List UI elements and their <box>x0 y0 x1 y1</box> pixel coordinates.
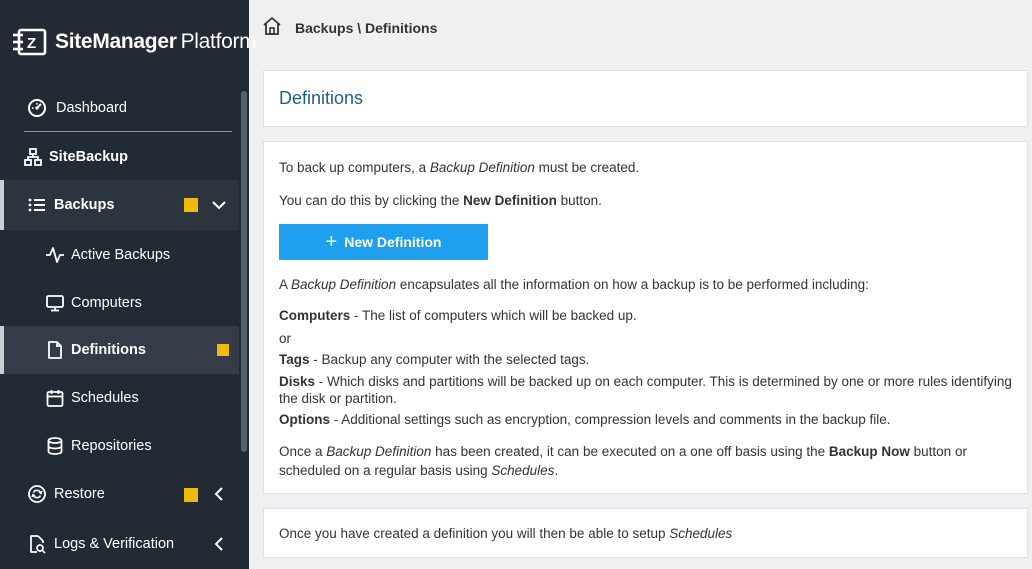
content-panel: To back up computers, a Backup Definitio… <box>263 141 1028 494</box>
sidebar-item-label: Logs & Verification <box>54 536 175 552</box>
sidebar-item-label: Active Backups <box>71 247 171 263</box>
plus-icon: + <box>325 231 338 253</box>
sidebar-item-active-backups[interactable]: Active Backups <box>44 243 234 267</box>
title-panel: Definitions <box>263 70 1028 127</box>
sidebar-item-restore[interactable]: Restore <box>26 482 176 506</box>
intro-line-2: You can do this by clicking the New Defi… <box>279 193 602 208</box>
sidebar-item-label: Dashboard <box>56 100 127 116</box>
sidebar-scrollbar[interactable] <box>241 91 247 452</box>
activity-icon <box>44 244 66 266</box>
app-logo[interactable]: Z SiteManager Platform <box>13 26 257 58</box>
intro-line-1: To back up computers, a Backup Definitio… <box>279 160 640 175</box>
database-icon <box>44 435 66 457</box>
status-badge <box>184 198 198 212</box>
sidebar-item-repositories[interactable]: Repositories <box>44 434 234 458</box>
chevron-down-icon[interactable] <box>211 197 227 213</box>
chevron-left-icon[interactable] <box>211 536 227 552</box>
sidebar-item-computers[interactable]: Computers <box>44 291 234 315</box>
tags-line: Tags - Backup any computer with the sele… <box>279 352 590 367</box>
active-indicator <box>0 180 4 230</box>
page-title: Definitions <box>279 88 364 108</box>
status-badge <box>184 488 198 502</box>
sidebar-item-label: Computers <box>71 295 142 311</box>
restore-icon <box>26 483 48 505</box>
selected-indicator <box>0 326 4 374</box>
sidebar-item-schedules[interactable]: Schedules <box>44 386 234 410</box>
sidebar-item-label: Definitions <box>71 342 146 358</box>
file-icon <box>44 339 66 361</box>
sidebar-item-label: Restore <box>54 486 105 502</box>
sidebar-item-dashboard[interactable]: Dashboard <box>26 96 226 120</box>
once-line-2: scheduled on a regular basis using Sched… <box>279 463 559 478</box>
svg-text:Z: Z <box>27 35 36 52</box>
breadcrumb-path: Backups \ Definitions <box>295 20 438 36</box>
or-line: or <box>279 331 292 346</box>
sidebar-item-sitebackup[interactable]: SiteBackup <box>22 145 222 169</box>
brand-suffix: Platform <box>180 30 257 53</box>
sidebar-item-label: Repositories <box>71 438 152 454</box>
computers-line: Computers - The list of computers which … <box>279 308 637 323</box>
list-icon <box>26 194 48 216</box>
monitor-icon <box>44 292 66 314</box>
footer-panel: Once you have created a definition you w… <box>263 508 1028 558</box>
home-icon[interactable] <box>262 16 282 41</box>
footer-line: Once you have created a definition you w… <box>279 526 733 541</box>
sidebar-divider <box>24 131 232 132</box>
sidebar-item-backups[interactable]: Backups <box>26 193 236 217</box>
sidebar-item-logs-verification[interactable]: Logs & Verification <box>26 532 206 556</box>
options-line: Options - Additional settings such as en… <box>279 412 891 427</box>
new-definition-label: New Definition <box>344 234 442 250</box>
description-line: A Backup Definition encapsulates all the… <box>279 277 869 292</box>
sidebar-item-label: Schedules <box>71 390 139 406</box>
calendar-icon <box>44 387 66 409</box>
sidebar-item-label: SiteBackup <box>49 149 128 165</box>
status-badge <box>217 344 229 356</box>
sidebar-item-definitions[interactable]: Definitions <box>44 338 234 362</box>
breadcrumb: Backups \ Definitions <box>262 16 437 40</box>
file-search-icon <box>26 533 48 555</box>
dashboard-icon <box>26 97 48 119</box>
once-line-1: Once a Backup Definition has been create… <box>279 444 967 459</box>
sitemanager-logo-icon: Z <box>13 28 47 56</box>
disks-line: Disks - Which disks and partitions will … <box>279 374 1012 406</box>
sidebar-item-label: Backups <box>54 197 115 213</box>
new-definition-button[interactable]: + New Definition <box>279 224 488 260</box>
sitemap-icon <box>22 146 44 168</box>
chevron-left-icon[interactable] <box>211 486 227 502</box>
sidebar: Z SiteManager Platform Dashboard SiteBac… <box>0 0 257 569</box>
brand-name: SiteManager <box>55 30 177 53</box>
